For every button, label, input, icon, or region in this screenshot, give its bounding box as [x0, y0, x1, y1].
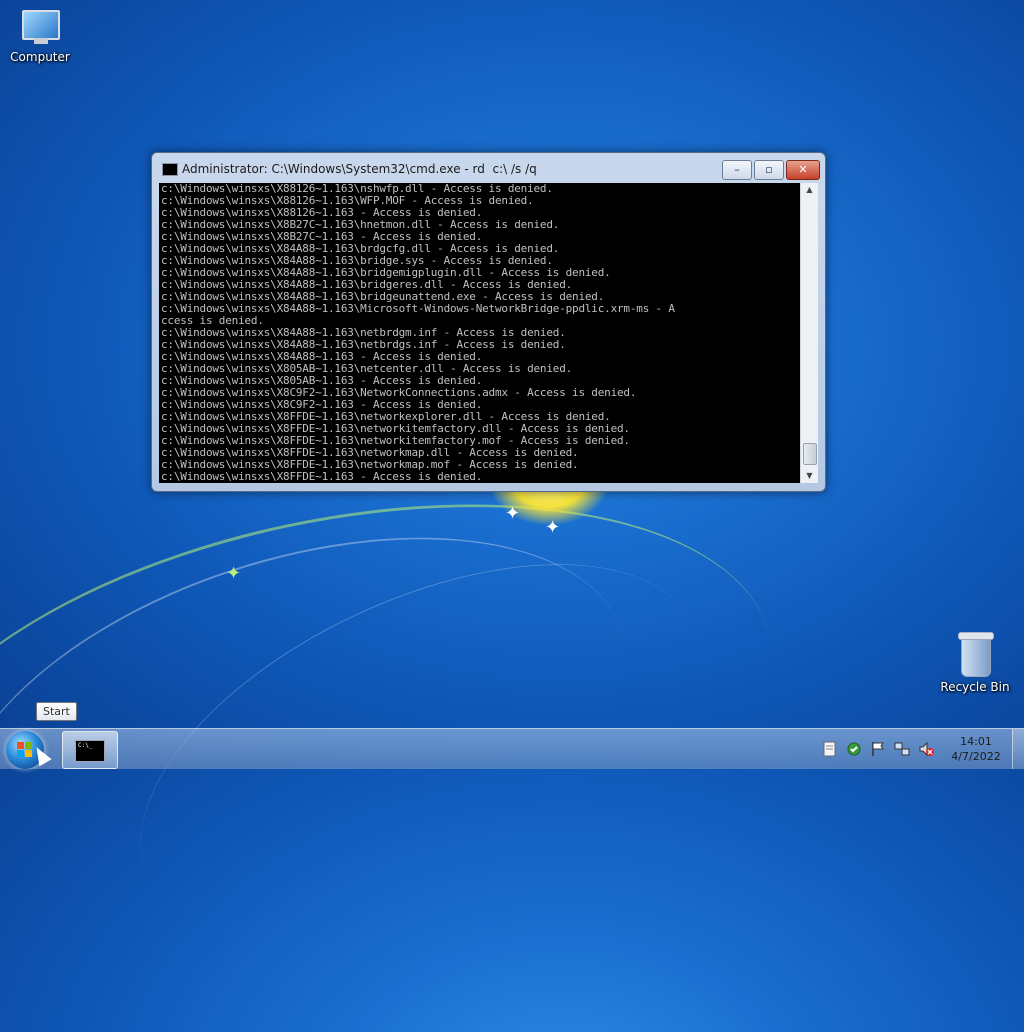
volume-muted-icon[interactable] — [918, 741, 934, 757]
network-icon[interactable] — [894, 741, 910, 757]
cmd-icon: C:\_ — [75, 740, 105, 762]
sparkle-icon: ✦ — [545, 517, 561, 538]
computer-icon — [18, 10, 62, 46]
sparkle-icon: ✦ — [226, 563, 242, 584]
scroll-up-arrow-icon[interactable]: ▲ — [801, 183, 818, 197]
cmd-icon — [162, 163, 178, 176]
document-icon[interactable] — [823, 741, 839, 757]
cmd-window[interactable]: Administrator: C:\Windows\System32\cmd.e… — [151, 152, 826, 492]
start-tooltip: Start — [36, 702, 77, 721]
clock-date: 4/7/2022 — [951, 750, 1001, 763]
recycle-bin-icon — [958, 632, 994, 677]
scroll-thumb[interactable] — [803, 443, 817, 465]
flag-icon[interactable] — [870, 741, 886, 757]
console-output[interactable]: c:\Windows\winsxs\X88126~1.163\nshwfp.dl… — [159, 183, 800, 483]
console-text: c:\Windows\winsxs\X88126~1.163\nshwfp.dl… — [161, 183, 675, 483]
minimize-button[interactable]: – — [722, 160, 752, 180]
cmd-icon-text: C:\_ — [78, 742, 93, 749]
vertical-scrollbar[interactable]: ▲ ▼ — [800, 183, 818, 483]
desktop-icon-label: Computer — [10, 50, 70, 64]
show-desktop-button[interactable] — [1012, 729, 1024, 769]
window-titlebar[interactable]: Administrator: C:\Windows\System32\cmd.e… — [152, 153, 825, 183]
close-button[interactable]: ✕ — [786, 160, 820, 180]
sparkle-icon: ✦ — [505, 503, 521, 524]
clock-time: 14:01 — [960, 735, 992, 748]
scroll-down-arrow-icon[interactable]: ▼ — [801, 469, 818, 483]
maximize-button[interactable]: ▫ — [754, 160, 784, 180]
taskbar-button-cmd[interactable]: C:\_ — [62, 731, 118, 769]
desktop-icon-computer[interactable]: Computer — [0, 10, 80, 64]
system-clock[interactable]: 14:01 4/7/2022 — [948, 734, 1004, 764]
taskbar: C:\_ 14:01 4/7/2022 — [0, 728, 1024, 769]
action-center-icon[interactable] — [846, 741, 862, 757]
desktop-icon-recycle-bin[interactable]: Recycle Bin — [935, 632, 1015, 694]
window-title: Administrator: C:\Windows\System32\cmd.e… — [182, 162, 537, 176]
desktop-icon-label: Recycle Bin — [940, 680, 1010, 694]
